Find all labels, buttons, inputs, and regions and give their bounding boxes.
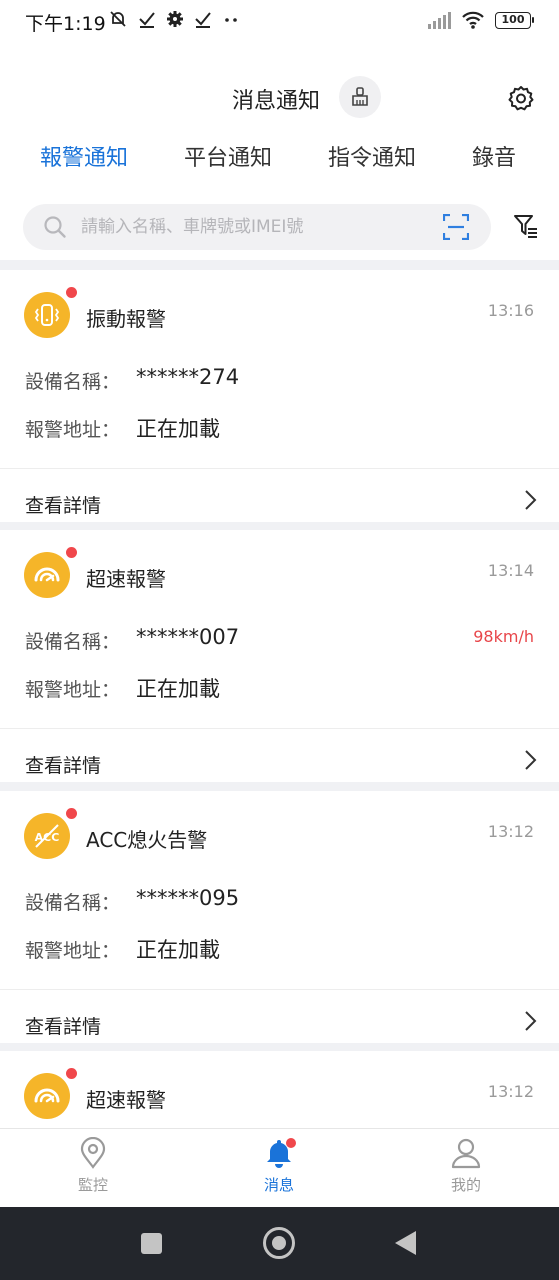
scan-icon[interactable] <box>443 214 469 240</box>
search-icon <box>44 216 66 238</box>
nav-profile[interactable]: 我的 <box>426 1137 506 1195</box>
search-bar <box>23 204 491 250</box>
alarm-time: 13:12 <box>487 1082 534 1101</box>
location-pin-icon <box>80 1137 106 1169</box>
page-header: 消息通知 <box>0 75 559 121</box>
alarm-title: 超速報警 <box>86 567 166 591</box>
svg-text:ACC: ACC <box>35 831 60 844</box>
clear-messages-button[interactable] <box>339 76 381 118</box>
more-dots-icon <box>225 18 237 22</box>
speedometer-icon <box>34 567 60 582</box>
device-name-label: 設備名稱： <box>25 631 121 653</box>
tab-platform-notifications[interactable]: 平台通知 <box>184 140 272 172</box>
tab-alarm-notifications[interactable]: 報警通知 <box>40 140 128 172</box>
view-details-link[interactable]: 查看詳情 <box>25 751 101 778</box>
battery-icon: 100 <box>495 11 534 29</box>
alarm-card: 超速報警 13:14 98km/h 設備名稱： ******007 報警地址： … <box>0 530 559 782</box>
signal-icon <box>428 11 451 29</box>
nav-label: 消息 <box>263 1176 294 1194</box>
chevron-right-icon[interactable] <box>523 749 537 771</box>
wifi-icon <box>462 11 484 29</box>
status-bar: 下午1:19 100 <box>0 0 559 44</box>
alarm-address-label: 報警地址： <box>25 940 121 962</box>
divider <box>0 989 559 990</box>
check-icon <box>195 12 211 28</box>
vibration-icon <box>34 304 60 326</box>
chevron-right-icon[interactable] <box>523 1010 537 1032</box>
alarm-address-value: 正在加載 <box>136 938 220 962</box>
nav-monitor[interactable]: 監控 <box>53 1137 133 1195</box>
nav-messages[interactable]: 消息 <box>239 1137 319 1195</box>
alarm-address-label: 報警地址： <box>25 679 121 701</box>
alarm-title: 超速報警 <box>86 1088 166 1112</box>
home-button[interactable] <box>263 1227 295 1259</box>
tab-bar: 報警通知 平台通知 指令通知 錄音 <box>0 140 559 180</box>
device-name-value: ******095 <box>136 886 240 910</box>
app-screen: 下午1:19 100 消息通知 報警通知 平台通知 指令通知 錄音 請輸入名稱、… <box>0 0 559 1280</box>
device-name-label: 設備名稱： <box>25 371 121 393</box>
nav-label: 監控 <box>77 1176 108 1194</box>
back-button[interactable] <box>395 1231 416 1255</box>
check-icon <box>139 12 155 28</box>
divider <box>0 468 559 469</box>
filter-icon[interactable] <box>512 212 540 240</box>
view-details-link[interactable]: 查看詳情 <box>25 1012 101 1039</box>
alarm-type-badge <box>24 292 70 338</box>
view-details-link[interactable]: 查看詳情 <box>25 491 101 518</box>
alarm-list: 振動報警 13:16 設備名稱： ******274 報警地址： 正在加載 查看… <box>0 260 559 1128</box>
status-time: 下午1:19 <box>25 13 106 35</box>
alarm-address-label: 報警地址： <box>25 419 121 441</box>
unread-dot <box>66 808 77 819</box>
chevron-right-icon[interactable] <box>523 489 537 511</box>
nav-label: 我的 <box>450 1176 481 1194</box>
alarm-type-badge <box>24 1073 70 1119</box>
alarm-title: 振動報警 <box>86 307 166 331</box>
tab-recordings[interactable]: 錄音 <box>472 140 516 172</box>
unread-dot <box>66 287 77 298</box>
device-name-value: ******007 <box>136 625 240 649</box>
speedometer-icon <box>34 1088 60 1103</box>
status-right: 100 <box>428 10 534 30</box>
nav-unread-dot <box>286 1138 296 1148</box>
alarm-type-badge: ACC <box>24 813 70 859</box>
alarm-address-value: 正在加載 <box>136 677 220 701</box>
alarm-card: ACC ACC熄火告警 13:12 設備名稱： ******095 報警地址： … <box>0 791 559 1043</box>
recent-apps-button[interactable] <box>141 1233 162 1254</box>
gear-small-icon <box>167 11 183 27</box>
gear-icon <box>508 86 534 111</box>
broom-icon <box>352 87 368 106</box>
settings-button[interactable] <box>505 82 537 114</box>
person-icon <box>451 1138 481 1169</box>
divider <box>0 728 559 729</box>
search-input[interactable] <box>81 204 421 250</box>
device-name-label: 設備名稱： <box>25 892 121 914</box>
system-nav-bar <box>0 1207 559 1280</box>
device-name-value: ******274 <box>136 365 240 389</box>
acc-off-icon: ACC <box>35 824 60 848</box>
alarm-title: ACC熄火告警 <box>86 828 208 852</box>
alarm-address-value: 正在加載 <box>136 417 220 441</box>
alarm-time: 13:12 <box>487 822 534 841</box>
bottom-nav: 監控 消息 我的 <box>0 1128 559 1207</box>
alarm-type-badge <box>24 552 70 598</box>
alarm-card: 超速報警 13:12 <box>0 1051 559 1128</box>
alarm-card: 振動報警 13:16 設備名稱： ******274 報警地址： 正在加載 查看… <box>0 270 559 522</box>
bell-muted-icon <box>110 11 126 27</box>
speed-value: 98km/h <box>473 627 534 646</box>
page-title: 消息通知 <box>232 89 321 114</box>
alarm-time: 13:16 <box>487 301 534 320</box>
unread-dot <box>66 1068 77 1079</box>
status-notification-icons <box>108 9 240 29</box>
unread-dot <box>66 547 77 558</box>
tab-command-notifications[interactable]: 指令通知 <box>328 140 416 172</box>
alarm-time: 13:14 <box>487 561 534 580</box>
